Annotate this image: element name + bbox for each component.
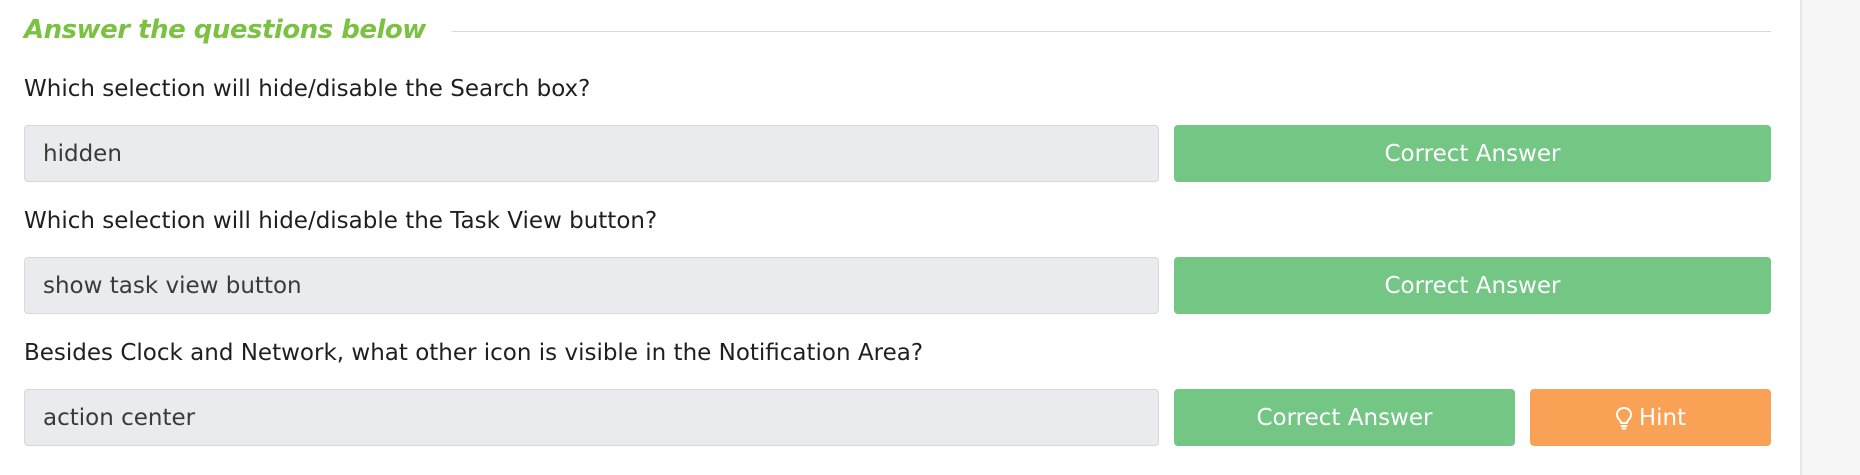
question-2-answer-value: show task view button [43, 272, 302, 299]
question-1-answer-field[interactable]: hidden [24, 125, 1159, 182]
question-1-correct-answer-button[interactable]: Correct Answer [1174, 125, 1771, 182]
section-divider [451, 30, 1771, 32]
question-3-hint-label: Hint [1638, 404, 1687, 431]
question-1-answer-value: hidden [43, 140, 122, 167]
question-1-button-label: Correct Answer [1384, 140, 1561, 167]
question-2-correct-answer-button[interactable]: Correct Answer [1174, 257, 1771, 314]
question-2-answer-field[interactable]: show task view button [24, 257, 1159, 314]
question-2-button-label: Correct Answer [1384, 272, 1561, 299]
section-header: Answer the questions below [24, 10, 1771, 50]
question-3-answer-value: action center [43, 404, 196, 431]
lightbulb-icon [1615, 406, 1633, 430]
question-3-text: Besides Clock and Network, what other ic… [24, 340, 924, 366]
section-title: Answer the questions below [24, 15, 426, 45]
question-3-answer-field[interactable]: action center [24, 389, 1159, 446]
question-1-text: Which selection will hide/disable the Se… [24, 76, 591, 102]
question-3-button-label: Correct Answer [1256, 404, 1433, 431]
question-3-hint-button[interactable]: Hint [1530, 389, 1771, 446]
question-3-correct-answer-button[interactable]: Correct Answer [1174, 389, 1515, 446]
task-content: Answer the questions below Which selecti… [0, 0, 1800, 475]
question-2-text: Which selection will hide/disable the Ta… [24, 208, 658, 234]
page-scrollbar[interactable] [1800, 0, 1860, 475]
